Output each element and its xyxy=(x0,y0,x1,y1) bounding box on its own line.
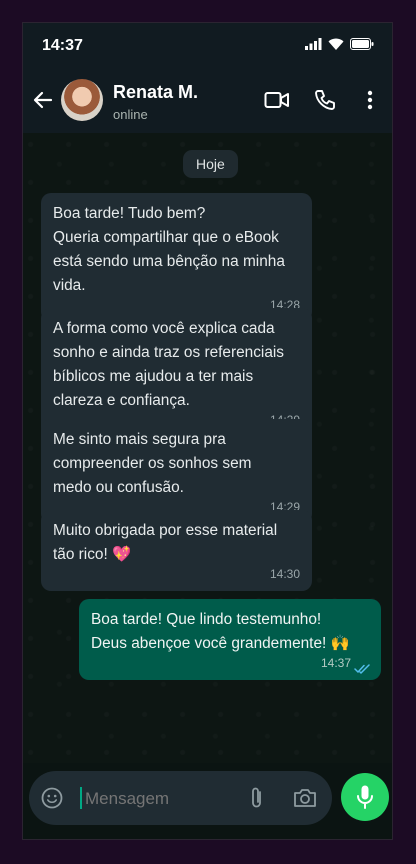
date-separator: Hoje xyxy=(183,150,238,178)
status-icons xyxy=(305,38,374,50)
heart-emoji: 💖 xyxy=(112,546,132,563)
camera-icon[interactable] xyxy=(293,787,317,809)
chat-header: Renata M. online xyxy=(23,69,392,133)
text-caret xyxy=(80,787,82,809)
status-bar: 14:37 xyxy=(23,23,392,69)
message-line: sonho e ainda traz os referenciais xyxy=(53,344,284,361)
message-line: vida. xyxy=(53,277,86,294)
signal-icon xyxy=(305,38,322,50)
raised-hands-emoji: 🙌 xyxy=(330,635,350,652)
message-input-box[interactable] xyxy=(29,771,332,825)
wifi-icon xyxy=(328,38,344,50)
message-line: Boa tarde! Que lindo testemunho! xyxy=(91,611,322,628)
phone-screen: 14:37 Renata M. online Hoje Boa tarde! T… xyxy=(22,22,393,840)
message-line: clareza e confiança. xyxy=(53,392,190,409)
message-line: Me sinto mais segura pra xyxy=(53,431,226,448)
battery-icon xyxy=(350,38,374,50)
message-line: compreender os sonhos sem xyxy=(53,455,252,472)
phone-icon[interactable] xyxy=(314,89,336,111)
message-line: medo ou confusão. xyxy=(53,479,184,496)
message-line: está sendo uma bênção na minha xyxy=(53,253,285,270)
message-line: tão rico! xyxy=(53,546,108,563)
message-line: A forma como você explica cada xyxy=(53,320,275,337)
mic-icon xyxy=(357,785,373,809)
message-line: Boa tarde! Tudo bem? xyxy=(53,205,206,222)
video-call-icon[interactable] xyxy=(264,89,290,111)
message-line: Muito obrigada por esse material xyxy=(53,522,278,539)
back-arrow-icon[interactable] xyxy=(32,89,54,111)
message-bubble-incoming[interactable]: Me sinto mais segura pra compreender os … xyxy=(41,419,312,524)
message-bubble-incoming[interactable]: A forma como você explica cada sonho e a… xyxy=(41,308,312,437)
attach-icon[interactable] xyxy=(249,786,265,810)
contact-name[interactable]: Renata M. xyxy=(113,82,198,103)
message-composer xyxy=(23,763,392,839)
message-bubble-incoming[interactable]: Boa tarde! Tudo bem? Queria compartilhar… xyxy=(41,193,312,322)
chat-area[interactable]: Hoje Boa tarde! Tudo bem? Queria compart… xyxy=(23,133,392,763)
message-time: 14:30 xyxy=(269,567,300,581)
message-input[interactable] xyxy=(83,784,237,814)
message-time: 14:37 xyxy=(320,656,351,670)
message-bubble-outgoing[interactable]: Boa tarde! Que lindo testemunho! Deus ab… xyxy=(79,599,381,680)
message-line-with-emoji: tão rico! 💖 xyxy=(53,543,300,567)
message-line: Deus abençoe você grandemente! xyxy=(91,635,327,652)
status-time: 14:37 xyxy=(42,37,83,54)
message-line: Queria compartilhar que o eBook xyxy=(53,229,279,246)
more-vert-icon[interactable] xyxy=(364,89,376,111)
message-line: bíblicos me ajudou a ter mais xyxy=(53,368,254,385)
contact-status: online xyxy=(113,107,148,122)
emoji-icon[interactable] xyxy=(41,787,63,809)
message-bubble-incoming[interactable]: Muito obrigada por esse material tão ric… xyxy=(41,510,312,591)
read-ticks-icon xyxy=(354,664,370,674)
mic-button[interactable] xyxy=(341,773,389,821)
contact-avatar[interactable] xyxy=(61,79,103,121)
